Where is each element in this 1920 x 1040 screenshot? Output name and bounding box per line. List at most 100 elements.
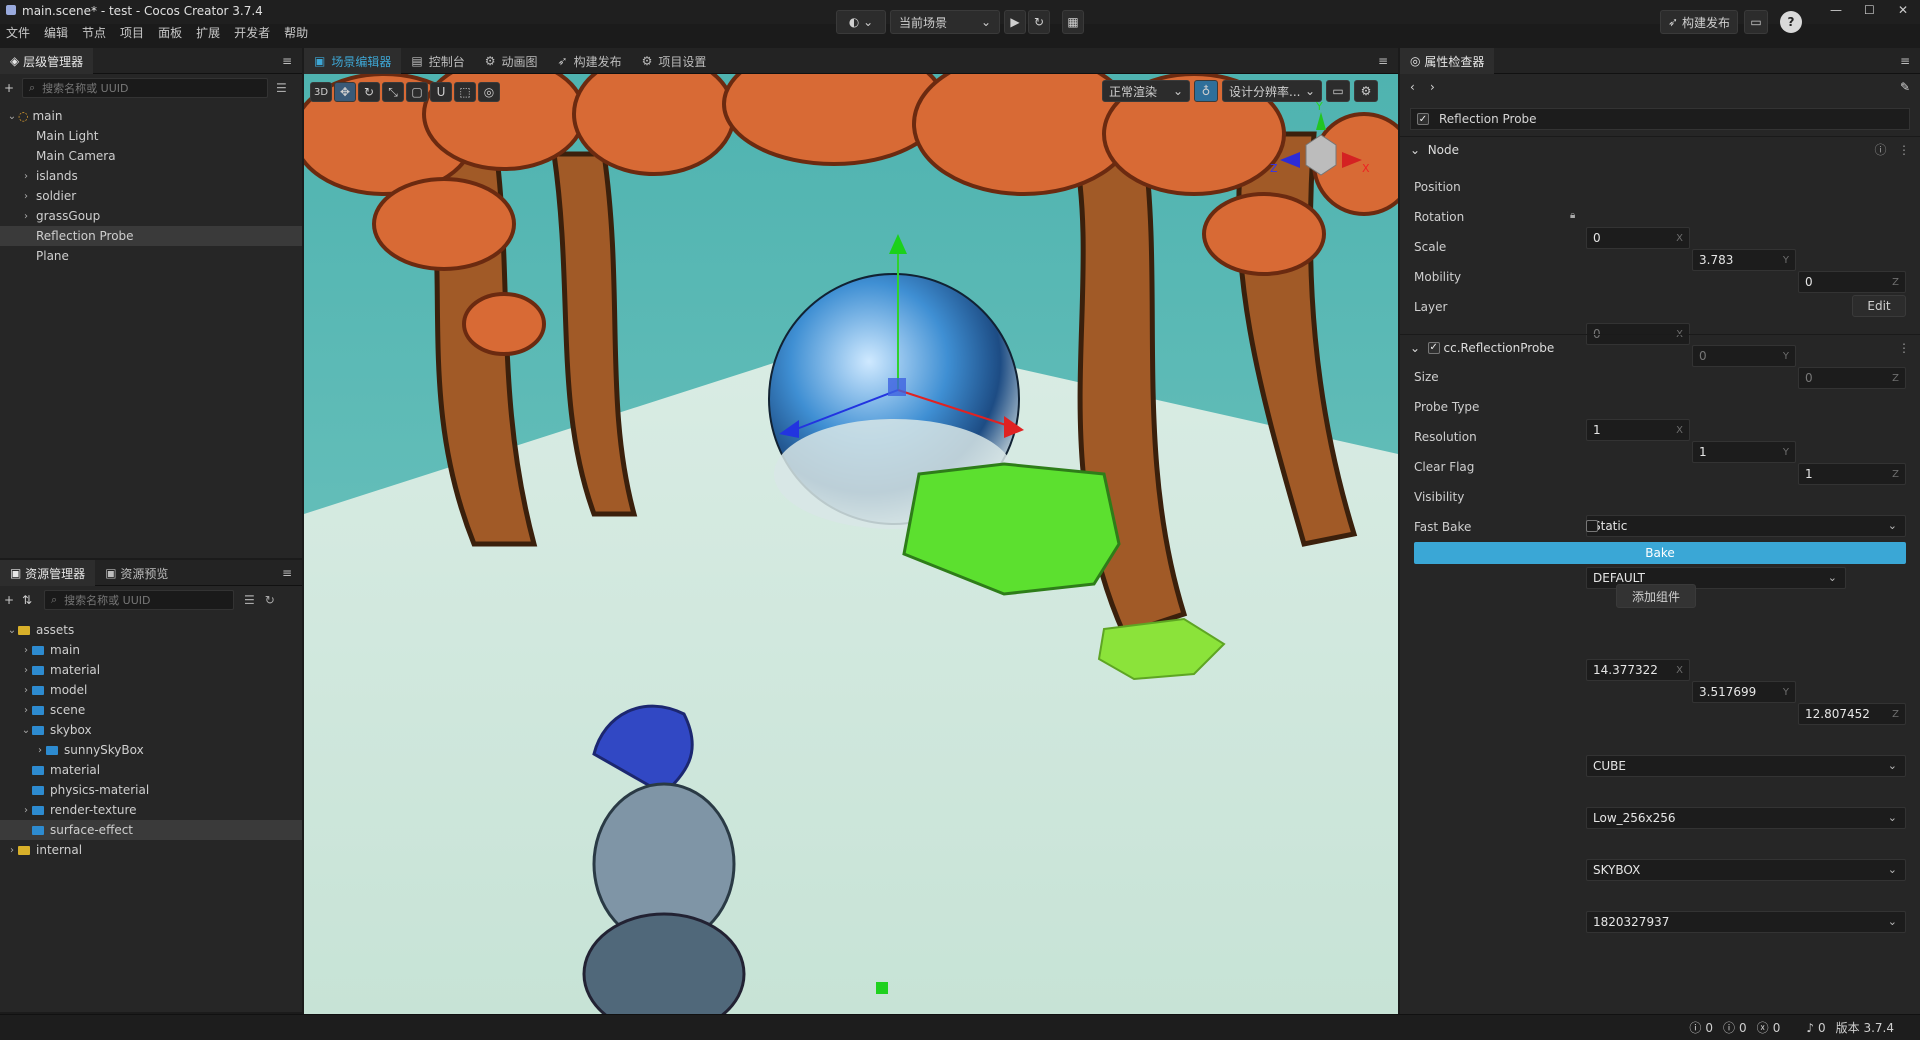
rotate-tool-button[interactable]: ↻	[358, 82, 380, 102]
help-icon[interactable]: ?	[1780, 11, 1802, 33]
layer-edit-button[interactable]: Edit	[1852, 295, 1906, 317]
size-x-input[interactable]: 14.377322 X	[1586, 659, 1690, 681]
asset-item[interactable]: ⌄ assets	[0, 620, 302, 640]
asset-item[interactable]: ⌄ skybox	[0, 720, 302, 740]
expand-arrow-icon[interactable]: ›	[34, 745, 46, 756]
more-icon[interactable]: ⋮	[1898, 143, 1910, 157]
camera-button[interactable]: ▭	[1326, 80, 1350, 102]
expand-arrow-icon[interactable]: ›	[20, 685, 32, 696]
platform-select[interactable]: ◐ ⌄	[836, 10, 886, 34]
coordinate-button[interactable]: ◎	[478, 82, 500, 102]
scale-y-input[interactable]: 1Y	[1692, 441, 1796, 463]
hierarchy-node[interactable]: Reflection Probe	[0, 226, 302, 246]
panel-menu-icon[interactable]: ≡	[272, 560, 302, 586]
expand-arrow-icon[interactable]: ›	[20, 805, 32, 816]
rect-tool-button[interactable]: ▢	[406, 82, 428, 102]
resolution-field-select[interactable]: Low_256x256 ⌄	[1586, 807, 1906, 829]
menu-item-4[interactable]: 面板	[158, 24, 182, 41]
tab-center-3[interactable]: ➶ 构建发布	[548, 48, 632, 74]
component-enabled-checkbox[interactable]: ✓	[1427, 341, 1440, 354]
close-button[interactable]: ✕	[1898, 3, 1908, 17]
error-icon[interactable]: ⓧ	[1757, 1019, 1769, 1036]
rotation-z-input[interactable]: 0Z	[1798, 367, 1906, 389]
tab-inspector[interactable]: ◎ 属性检查器	[1400, 48, 1495, 74]
info-icon[interactable]: ⓘ	[1689, 1019, 1701, 1036]
asset-item[interactable]: surface-effect	[0, 820, 302, 840]
more-icon[interactable]: ⋮	[1898, 341, 1910, 355]
node-active-checkbox[interactable]: ✓	[1417, 113, 1429, 125]
node-name-field[interactable]: Reflection Probe	[1439, 112, 1537, 126]
expand-arrow-icon[interactable]: ⌄	[20, 725, 32, 736]
hierarchy-node[interactable]: Main Light	[0, 126, 302, 146]
tab-asset-preview[interactable]: ▣ 资源预览	[95, 560, 178, 586]
menu-item-1[interactable]: 编辑	[44, 24, 68, 41]
sort-icon[interactable]: ☰	[276, 81, 287, 95]
add-icon[interactable]: +	[4, 593, 22, 607]
bake-button[interactable]: Bake	[1414, 542, 1906, 564]
asset-item[interactable]: › scene	[0, 700, 302, 720]
fast-bake-checkbox[interactable]	[1586, 520, 1598, 532]
tab-center-2[interactable]: ⚙ 动画图	[475, 48, 548, 74]
menu-item-5[interactable]: 扩展	[196, 24, 220, 41]
node-section-header[interactable]: ⌄ Node ⓘ ⋮	[1400, 136, 1920, 162]
tab-assets[interactable]: ▣ 资源管理器	[0, 560, 96, 586]
hierarchy-node[interactable]: › grassGoup	[0, 206, 302, 226]
orientation-gizmo[interactable]: Y X Z	[1266, 100, 1376, 210]
bell-icon[interactable]: ♪	[1806, 1021, 1814, 1035]
position-z-input[interactable]: 0Z	[1798, 271, 1906, 293]
expand-arrow-icon[interactable]: ⌄	[6, 625, 18, 636]
resolution-select[interactable]: 设计分辨率... ⌄	[1222, 80, 1322, 102]
panel-menu-icon[interactable]: ≡	[1368, 48, 1398, 74]
warning-icon[interactable]: ⓘ	[1723, 1019, 1735, 1036]
sort-icon[interactable]: ⇅	[22, 593, 44, 607]
hierarchy-node[interactable]: › soldier	[0, 186, 302, 206]
minimize-button[interactable]: —	[1830, 3, 1842, 17]
tab-center-0[interactable]: ▣ 场景编辑器	[304, 48, 402, 74]
scale-tool-button[interactable]: ⤡	[382, 82, 404, 102]
panel-menu-icon[interactable]: ≡	[1890, 48, 1920, 74]
play-button[interactable]: ▶	[1004, 10, 1026, 34]
size-z-input[interactable]: 12.807452 Z	[1798, 703, 1906, 725]
scene-settings-button[interactable]: ⚙	[1354, 80, 1378, 102]
scene-viewport[interactable]: 3D ✥ ↻ ⤡ ▢ U ⬚ ◎ 正常渲染 ⌄ ♁ 设计分辨率... ⌄ ▭ ⚙ Y	[304, 74, 1398, 1014]
help-circle-icon[interactable]: ⓘ	[1875, 143, 1887, 157]
position-x-input[interactable]: 0X	[1586, 227, 1690, 249]
probe-type-select[interactable]: CUBE ⌄	[1586, 755, 1906, 777]
refresh-icon[interactable]: ↻	[265, 593, 275, 607]
asset-item[interactable]: › internal	[0, 840, 302, 860]
menu-item-2[interactable]: 节点	[82, 24, 106, 41]
back-arrow-icon[interactable]: ‹ ›	[1410, 80, 1435, 94]
expand-arrow-icon[interactable]: ›	[20, 665, 32, 676]
visibility-select[interactable]: 1820327937 ⌄	[1586, 911, 1906, 933]
asset-item[interactable]: › render-texture	[0, 800, 302, 820]
open-folder-button[interactable]: ▭	[1744, 10, 1768, 34]
pivot-button[interactable]: ⬚	[454, 82, 476, 102]
expand-arrow-icon[interactable]: ›	[20, 211, 32, 222]
menu-item-6[interactable]: 开发者	[234, 24, 270, 41]
asset-item[interactable]: › sunnySkyBox	[0, 740, 302, 760]
scale-x-input[interactable]: 1X	[1586, 419, 1690, 441]
size-y-input[interactable]: 3.517699 Y	[1692, 681, 1796, 703]
scene-select[interactable]: 当前场景 ⌄	[890, 10, 1000, 34]
menu-item-7[interactable]: 帮助	[284, 24, 308, 41]
asset-item[interactable]: material	[0, 760, 302, 780]
hierarchy-search-input[interactable]: ⌕ 搜索名称或 UUID	[22, 78, 268, 98]
refresh-button[interactable]: ↻	[1028, 10, 1050, 34]
maximize-button[interactable]: ☐	[1864, 3, 1875, 17]
list-icon[interactable]: ☰	[244, 593, 255, 607]
menu-item-3[interactable]: 项目	[120, 24, 144, 41]
add-component-button[interactable]: 添加组件	[1616, 584, 1696, 608]
expand-arrow-icon[interactable]: ›	[20, 705, 32, 716]
hierarchy-node[interactable]: Main Camera	[0, 146, 302, 166]
hierarchy-node[interactable]: Plane	[0, 246, 302, 266]
hierarchy-node[interactable]: ⌄ ◌ main	[0, 106, 302, 126]
render-mode-select[interactable]: 正常渲染 ⌄	[1102, 80, 1190, 102]
publish-button[interactable]: ➶ 构建发布	[1660, 10, 1738, 34]
reflection-probe-section-header[interactable]: ⌄ ✓ cc.ReflectionProbe ⋮	[1400, 334, 1920, 360]
menu-item-0[interactable]: 文件	[6, 24, 30, 41]
expand-arrow-icon[interactable]: ⌄	[6, 111, 18, 122]
qrcode-button[interactable]: ▦	[1062, 10, 1084, 34]
move-tool-button[interactable]: ✥	[334, 82, 356, 102]
scale-z-input[interactable]: 1Z	[1798, 463, 1906, 485]
tab-center-4[interactable]: ⚙ 项目设置	[632, 48, 717, 74]
